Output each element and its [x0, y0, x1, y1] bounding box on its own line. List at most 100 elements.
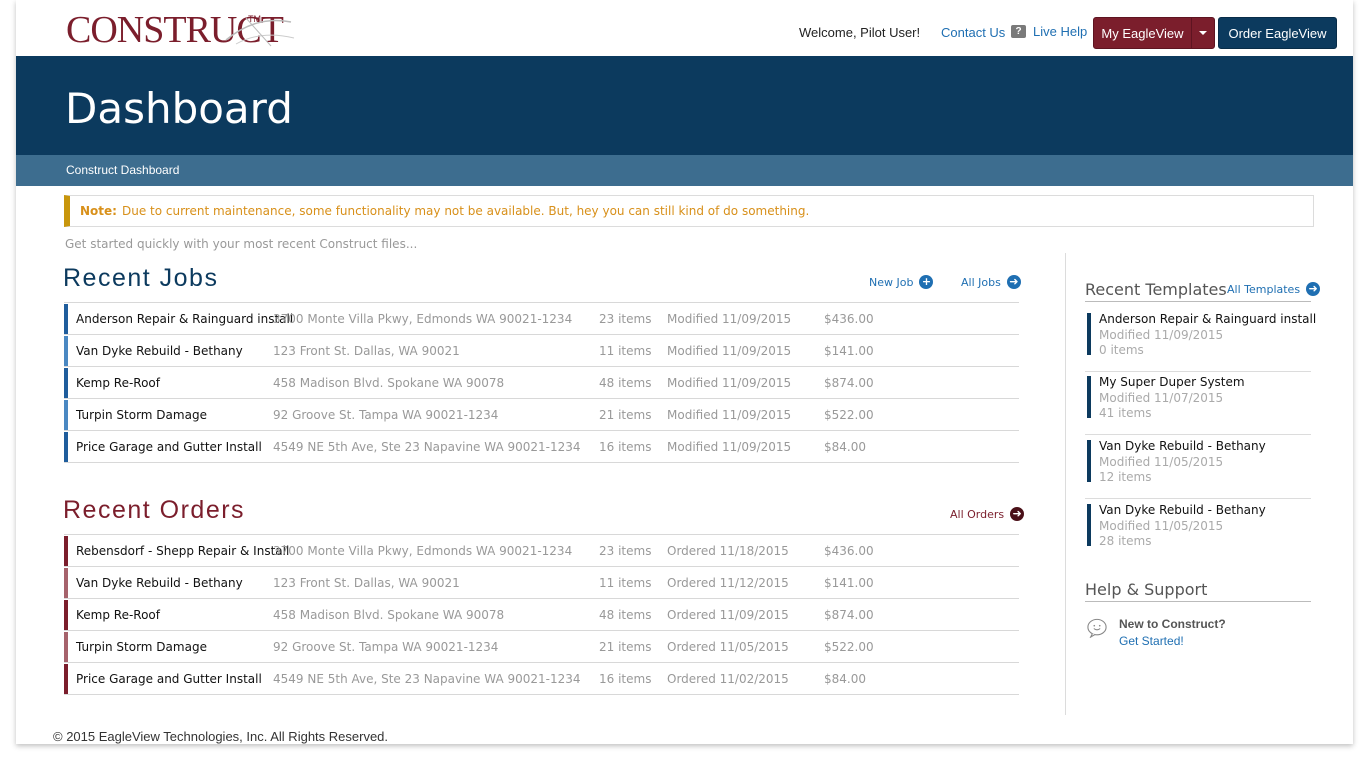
job-date: Modified 11/09/2015 — [667, 312, 792, 326]
order-name: Price Garage and Gutter Install — [76, 672, 262, 686]
table-row[interactable]: Kemp Re-Roof 458 Madison Blvd. Spokane W… — [64, 599, 1019, 631]
intro-text: Get started quickly with your most recen… — [65, 237, 418, 251]
template-name: Van Dyke Rebuild - Bethany — [1099, 503, 1266, 517]
notice-label: Note: — [80, 204, 117, 218]
job-address: 3700 Monte Villa Pkwy, Edmonds WA 90021-… — [273, 312, 573, 326]
job-items: 21 items — [599, 408, 652, 422]
order-items: 16 items — [599, 672, 652, 686]
row-accent-bar — [64, 536, 68, 566]
table-row[interactable]: Price Garage and Gutter Install 4549 NE … — [64, 663, 1019, 695]
table-row[interactable]: Turpin Storm Damage 92 Groove St. Tampa … — [64, 631, 1019, 663]
all-jobs-label: All Jobs — [961, 275, 1001, 289]
template-accent-bar — [1087, 376, 1091, 418]
app-frame: CONSTRUCT TM Welcome, Pilot User! Contac… — [16, 0, 1353, 744]
template-items: 0 items — [1099, 343, 1144, 357]
job-price: $874.00 — [824, 376, 874, 390]
table-row[interactable]: Van Dyke Rebuild - Bethany 123 Front St.… — [64, 335, 1019, 367]
job-address: 458 Madison Blvd. Spokane WA 90078 — [273, 376, 505, 390]
row-accent-bar — [64, 368, 68, 398]
job-price: $141.00 — [824, 344, 874, 358]
template-accent-bar — [1087, 313, 1091, 355]
template-modified: Modified 11/05/2015 — [1099, 455, 1224, 469]
template-name: Van Dyke Rebuild - Bethany — [1099, 439, 1266, 453]
order-date: Ordered 11/18/2015 — [667, 544, 789, 558]
new-job-label: New Job — [869, 275, 914, 289]
template-modified: Modified 11/07/2015 — [1099, 391, 1224, 405]
row-accent-bar — [64, 304, 68, 334]
job-date: Modified 11/09/2015 — [667, 376, 792, 390]
job-items: 11 items — [599, 344, 652, 358]
order-name: Kemp Re-Roof — [76, 608, 160, 622]
help-support-title: Help & Support — [1085, 580, 1208, 599]
order-items: 48 items — [599, 608, 652, 622]
table-row[interactable]: Rebensdorf - Shepp Repair & Install 3700… — [64, 535, 1019, 567]
breadcrumb-item[interactable]: Construct Dashboard — [66, 163, 179, 177]
order-price: $436.00 — [824, 544, 874, 558]
row-accent-bar — [64, 568, 68, 598]
recent-jobs-title: Recent Jobs — [63, 264, 219, 292]
template-items: 41 items — [1099, 406, 1152, 420]
contact-us-link[interactable]: Contact Us — [941, 25, 1005, 40]
order-address: 123 Front St. Dallas, WA 90021 — [273, 576, 460, 590]
table-row[interactable]: Turpin Storm Damage 92 Groove St. Tampa … — [64, 399, 1019, 431]
all-templates-label: All Templates — [1227, 282, 1301, 296]
live-help-link[interactable]: ? Live Help — [1011, 24, 1087, 39]
arrow-right-circle-icon: ➜ — [1010, 507, 1025, 521]
all-templates-link[interactable]: All Templates ➜ — [1227, 282, 1321, 296]
live-help-label: Live Help — [1033, 24, 1088, 39]
job-name: Van Dyke Rebuild - Bethany — [76, 344, 243, 358]
all-jobs-link[interactable]: All Jobs ➜ — [961, 275, 1021, 289]
template-item[interactable]: Van Dyke Rebuild - Bethany Modified 11/0… — [1085, 435, 1311, 499]
template-item[interactable]: My Super Duper System Modified 11/07/201… — [1085, 371, 1311, 435]
job-name: Price Garage and Gutter Install — [76, 440, 262, 454]
my-eagleview-dropdown-button[interactable] — [1191, 17, 1215, 49]
new-job-link[interactable]: New Job + — [869, 275, 934, 289]
support-rule — [1085, 601, 1311, 602]
order-address: 3700 Monte Villa Pkwy, Edmonds WA 90021-… — [273, 544, 573, 558]
template-items: 28 items — [1099, 534, 1152, 548]
footer-copyright: © 2015 EagleView Technologies, Inc. All … — [53, 729, 389, 744]
template-name: Anderson Repair & Rainguard install — [1099, 312, 1317, 326]
order-date: Ordered 11/12/2015 — [667, 576, 789, 590]
support-question: New to Construct? — [1119, 617, 1226, 631]
table-row[interactable]: Van Dyke Rebuild - Bethany 123 Front St.… — [64, 567, 1019, 599]
job-address: 123 Front St. Dallas, WA 90021 — [273, 344, 460, 358]
job-address: 92 Groove St. Tampa WA 90021-1234 — [273, 408, 499, 422]
maintenance-notice: Note: Due to current maintenance, some f… — [64, 195, 1314, 227]
job-items: 23 items — [599, 312, 652, 326]
order-items: 21 items — [599, 640, 652, 654]
order-name: Turpin Storm Damage — [76, 640, 207, 654]
recent-orders-table: Rebensdorf - Shepp Repair & Install 3700… — [64, 534, 1019, 695]
chat-smiley-icon — [1087, 618, 1107, 638]
page-title: Dashboard — [65, 84, 293, 133]
my-eagleview-button[interactable]: My EagleView — [1093, 17, 1192, 49]
job-price: $436.00 — [824, 312, 874, 326]
all-orders-link[interactable]: All Orders ➜ — [950, 507, 1025, 521]
order-eagleview-button[interactable]: Order EagleView — [1218, 17, 1337, 49]
template-modified: Modified 11/05/2015 — [1099, 519, 1224, 533]
template-item[interactable]: Van Dyke Rebuild - Bethany Modified 11/0… — [1085, 499, 1311, 562]
notice-text: Due to current maintenance, some functio… — [121, 204, 810, 218]
order-price: $522.00 — [824, 640, 874, 654]
template-modified: Modified 11/09/2015 — [1099, 328, 1224, 342]
recent-templates-title: Recent Templates — [1085, 280, 1227, 299]
table-row[interactable]: Anderson Repair & Rainguard install 3700… — [64, 303, 1019, 335]
template-item[interactable]: Anderson Repair & Rainguard install Modi… — [1085, 308, 1316, 372]
template-name: My Super Duper System — [1099, 375, 1245, 389]
get-started-link[interactable]: Get Started! — [1119, 634, 1184, 648]
order-price: $141.00 — [824, 576, 874, 590]
table-row[interactable]: Kemp Re-Roof 458 Madison Blvd. Spokane W… — [64, 367, 1019, 399]
order-price: $84.00 — [824, 672, 866, 686]
recent-jobs-table: Anderson Repair & Rainguard install 3700… — [64, 302, 1019, 463]
all-orders-label: All Orders — [950, 507, 1005, 521]
sidebar-divider — [1065, 253, 1066, 715]
order-items: 11 items — [599, 576, 652, 590]
table-row[interactable]: Price Garage and Gutter Install 4549 NE … — [64, 431, 1019, 463]
row-accent-bar — [64, 632, 68, 662]
row-accent-bar — [64, 336, 68, 366]
plus-circle-icon: + — [919, 275, 934, 289]
job-price: $84.00 — [824, 440, 866, 454]
job-name: Turpin Storm Damage — [76, 408, 207, 422]
arrow-right-circle-icon: ➜ — [1006, 275, 1021, 289]
job-name: Anderson Repair & Rainguard install — [76, 312, 294, 326]
